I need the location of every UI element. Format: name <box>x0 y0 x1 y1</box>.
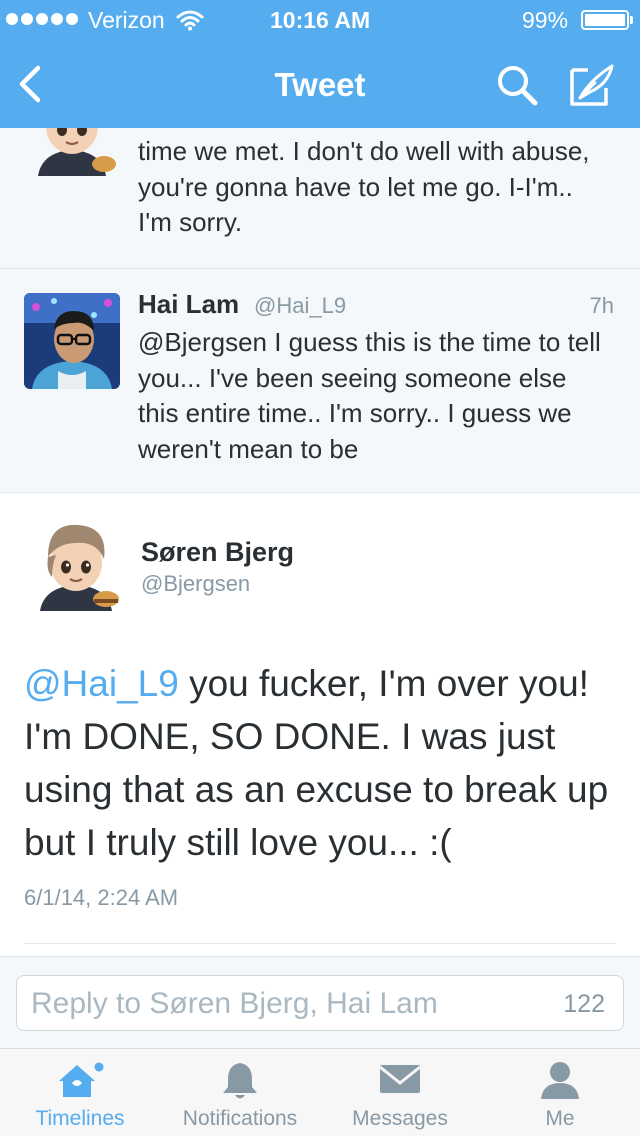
tab-label: Timelines <box>35 1107 125 1130</box>
mention-link[interactable]: @Hai_L9 <box>24 663 179 704</box>
page-title: Tweet <box>274 66 366 103</box>
tab-messages[interactable]: Messages <box>330 1049 470 1136</box>
battery-percentage: 99% <box>522 7 569 33</box>
envelope-icon <box>377 1059 423 1104</box>
divider <box>24 943 616 944</box>
home-icon <box>53 1059 107 1108</box>
author-handle[interactable]: @Hai_L9 <box>254 293 346 319</box>
reply-field[interactable]: 122 <box>16 975 624 1031</box>
author-name[interactable]: Søren Bjerg <box>141 537 294 568</box>
tab-label: Messages <box>352 1107 448 1130</box>
tweet-list-item[interactable]: Hai Lam @Hai_L9 7h @Bjergsen I guess thi… <box>0 269 640 493</box>
avatar[interactable] <box>24 128 120 176</box>
reply-bar: 122 <box>0 956 640 1048</box>
tweet-list-item[interactable]: time we met. I don't do well with abuse,… <box>0 128 640 269</box>
avatar[interactable] <box>24 293 120 389</box>
tweet-timestamp: 6/1/14, 2:24 AM <box>24 885 179 910</box>
tab-label: Me <box>545 1107 575 1130</box>
reply-input[interactable] <box>31 984 531 1024</box>
tab-bar: Timelines Notifications Messages Me <box>0 1048 640 1136</box>
character-count: 122 <box>563 990 605 1018</box>
search-icon <box>498 66 538 106</box>
battery-icon <box>581 10 633 30</box>
compose-icon <box>570 64 614 106</box>
search-button[interactable] <box>494 62 540 108</box>
bell-icon <box>218 1059 262 1108</box>
author-name[interactable]: Hai Lam <box>138 289 239 320</box>
status-bar: Verizon 10:16 AM 99% <box>0 0 640 40</box>
tweet-text: @Bjergsen I guess this is the time to te… <box>138 327 601 464</box>
avatar[interactable] <box>30 515 122 611</box>
tab-me[interactable]: Me <box>500 1049 620 1136</box>
tab-notifications[interactable]: Notifications <box>160 1049 320 1136</box>
signal-strength-icon <box>6 13 78 25</box>
compose-tweet-button[interactable] <box>568 62 618 108</box>
tweet-text: time we met. I don't do well with abuse,… <box>138 136 590 237</box>
tab-label: Notifications <box>182 1107 298 1130</box>
tab-timelines[interactable]: Timelines <box>20 1049 140 1136</box>
header: Verizon 10:16 AM 99% Tweet <box>0 0 640 128</box>
battery-fill <box>585 14 625 26</box>
focused-tweet: Søren Bjerg @Bjergsen @Hai_L9 you fucker… <box>0 493 640 956</box>
wifi-icon <box>176 9 204 37</box>
tweet-time: 7h <box>589 293 614 318</box>
carrier-name: Verizon <box>88 7 165 33</box>
person-icon <box>538 1059 582 1108</box>
tweet-text: @Hai_L9 you fucker, I'm over you! I'm DO… <box>24 657 624 869</box>
status-time: 10:16 AM <box>270 7 371 33</box>
author-handle[interactable]: @Bjergsen <box>141 571 250 597</box>
nav-bar: Tweet <box>0 40 640 128</box>
